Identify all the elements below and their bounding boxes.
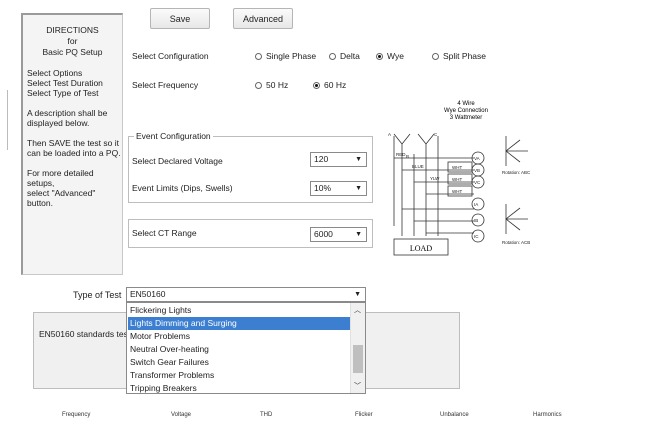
radio-circle <box>255 52 262 60</box>
scroll-down-icon[interactable]: ﹀ <box>354 381 361 391</box>
meter-label: VB <box>474 168 480 173</box>
diagram-title-1: 4 Wire <box>457 101 475 107</box>
test-type-select[interactable]: EN50160 ▼ <box>126 287 366 302</box>
tab-frequency[interactable]: Frequency <box>62 412 90 418</box>
radio-circle <box>432 52 439 60</box>
config-single-phase-radio[interactable]: Single Phase <box>255 51 316 61</box>
radio-circle <box>255 81 262 89</box>
radio-circle-selected <box>313 81 320 89</box>
dropdown-scrollbar[interactable]: ︿ ﹀ <box>350 303 365 393</box>
declared-voltage-label: Select Declared Voltage <box>132 156 223 166</box>
dropdown-option[interactable]: Motor Problems <box>128 330 350 343</box>
left-edge-marker <box>7 90 8 150</box>
ct-range-select[interactable]: 6000 ▼ <box>310 227 367 242</box>
event-config-title: Event Configuration <box>134 131 213 141</box>
directions-title-2: for <box>67 36 78 46</box>
wire-label: WHT <box>452 165 462 170</box>
event-limits-label: Event Limits (Dips, Swells) <box>132 183 233 193</box>
wire-label: WHT <box>452 189 462 194</box>
freq-50hz-radio[interactable]: 50 Hz <box>255 80 288 90</box>
configuration-label: Select Configuration <box>132 51 209 61</box>
event-limits-select[interactable]: 10% ▼ <box>310 181 367 196</box>
wire-label: BLUE <box>412 164 424 169</box>
dropdown-option[interactable]: Tripping Breakers <box>128 382 350 395</box>
test-type-label: Type of Test <box>73 290 122 300</box>
meter-label: IA <box>474 202 478 207</box>
declared-voltage-select[interactable]: 120 ▼ <box>310 152 367 167</box>
tab-flicker[interactable]: Flicker <box>355 412 373 418</box>
tab-unbalance[interactable]: Unbalance <box>440 412 469 418</box>
directions-panel: DIRECTIONS for Basic PQ Setup Select Opt… <box>21 13 123 275</box>
dropdown-option[interactable]: Neutral Over-heating <box>128 343 350 356</box>
frequency-label: Select Frequency <box>132 80 199 90</box>
tab-thd[interactable]: THD <box>260 412 272 418</box>
scrollbar-thumb[interactable] <box>353 345 363 373</box>
diagram-title-2: Wye Connection <box>444 108 488 114</box>
dropdown-option-highlighted[interactable]: Lights Dimming and Surging <box>128 317 350 330</box>
meter-label: VC <box>474 180 481 185</box>
dropdown-arrow-icon: ▼ <box>355 185 362 192</box>
wire-label: WHT <box>452 177 462 182</box>
directions-text: Select Options Select Test Duration Sele… <box>27 68 121 208</box>
wire-label: RED <box>396 152 406 157</box>
freq-60hz-radio[interactable]: 60 Hz <box>313 80 346 90</box>
test-description-text: EN50160 standards tes <box>39 329 128 339</box>
terminal-label: B <box>406 154 409 159</box>
meter-label: VA <box>474 156 480 161</box>
save-button[interactable]: Save <box>150 8 210 29</box>
dropdown-option[interactable]: Switch Gear Failures <box>128 356 350 369</box>
terminal-label: A <box>388 132 391 137</box>
wiring-diagram: 4 Wire Wye Connection 3 Wattmeter A B C … <box>382 96 550 264</box>
rotation-label: Rotation: ACB <box>502 240 530 245</box>
radio-circle-selected <box>376 52 383 60</box>
config-split-phase-radio[interactable]: Split Phase <box>432 51 486 61</box>
ct-range-label: Select CT Range <box>132 228 197 238</box>
dropdown-arrow-icon: ▼ <box>354 291 361 298</box>
meter-label: IB <box>474 218 478 223</box>
rotation-label: Rotation: ABC <box>502 170 531 175</box>
config-wye-radio[interactable]: Wye <box>376 51 404 61</box>
diagram-title-3: 3 Wattmeter <box>450 115 482 121</box>
meter-label: IC <box>474 234 479 239</box>
advanced-button[interactable]: Advanced <box>233 8 293 29</box>
directions-title-1: DIRECTIONS <box>46 25 99 35</box>
config-delta-radio[interactable]: Delta <box>329 51 360 61</box>
load-label: LOAD <box>410 244 432 253</box>
tab-harmonics[interactable]: Harmonics <box>533 412 562 418</box>
wire-label: YLW <box>430 176 440 181</box>
dropdown-option[interactable]: Flickering Lights <box>128 304 350 317</box>
tab-voltage[interactable]: Voltage <box>171 412 191 418</box>
dropdown-arrow-icon: ▼ <box>355 156 362 163</box>
radio-circle <box>329 52 336 60</box>
dropdown-option[interactable]: Transformer Problems <box>128 369 350 382</box>
test-type-dropdown-list[interactable]: Flickering Lights Lights Dimming and Sur… <box>126 302 366 394</box>
scroll-up-icon[interactable]: ︿ <box>354 305 361 315</box>
directions-title-3: Basic PQ Setup <box>42 47 103 57</box>
dropdown-arrow-icon: ▼ <box>355 231 362 238</box>
